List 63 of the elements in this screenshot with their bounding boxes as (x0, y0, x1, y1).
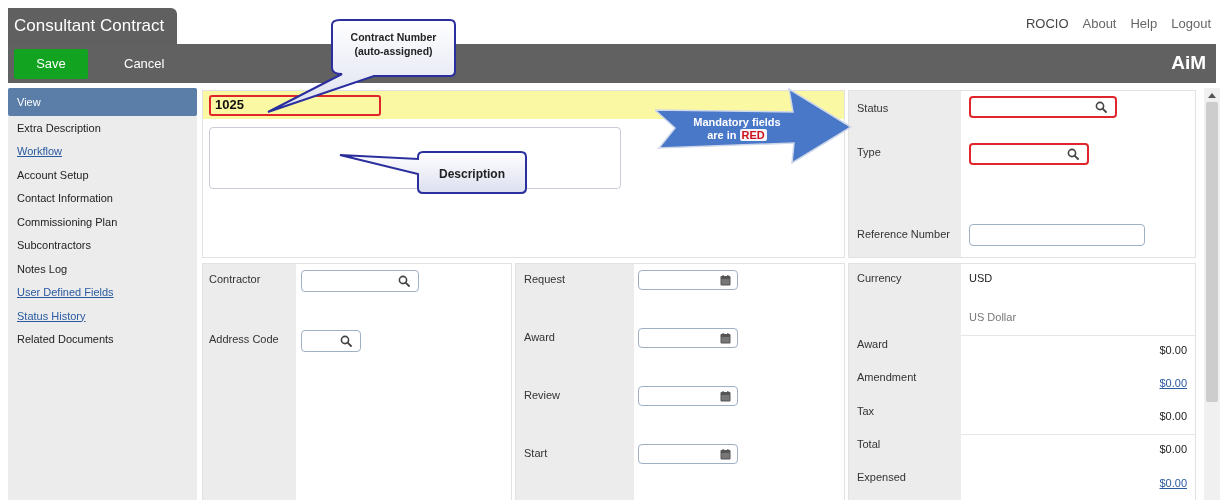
lookup-field[interactable] (969, 96, 1117, 118)
field-label: Currency (857, 272, 902, 284)
date-field[interactable] (638, 270, 738, 290)
sidebar-item[interactable]: Contact Information (8, 186, 197, 210)
date-field[interactable] (638, 386, 738, 406)
currency-code: USD (969, 271, 994, 286)
sidebar-item[interactable]: Notes Log (8, 257, 197, 281)
field-label: Address Code (209, 333, 279, 345)
lookup-field[interactable] (301, 330, 361, 352)
calendar-icon[interactable] (720, 274, 731, 286)
brand-logo: AiM (1171, 51, 1207, 76)
scroll-thumb[interactable] (1206, 102, 1218, 402)
field-label: Reference Number (857, 228, 950, 240)
callout-text: Description (438, 166, 506, 183)
sidebar-item[interactable]: Status History (8, 304, 197, 328)
field-label: Award (524, 331, 555, 343)
scrollbar[interactable] (1204, 88, 1220, 500)
field-label: Request (524, 273, 565, 285)
callout-text: Mandatory fields are in RED (692, 116, 782, 142)
input-field[interactable] (969, 224, 1145, 246)
lookup-field[interactable] (301, 270, 419, 292)
callout-text: Contract Number (auto-assigned) (349, 30, 438, 58)
sidebar-item[interactable]: Workflow (8, 139, 197, 163)
amount-value: $0.00 (1159, 342, 1187, 358)
amount-value: $0.00 (1159, 442, 1187, 458)
amount-link[interactable]: $0.00 (1159, 374, 1187, 392)
lookup-field[interactable] (969, 143, 1089, 165)
field-label: Expensed (857, 470, 906, 483)
calendar-icon[interactable] (720, 448, 731, 460)
sidebar-item[interactable]: Related Documents (8, 327, 197, 351)
field-label: Amendment (857, 371, 917, 384)
sidebar-item[interactable]: User Defined Fields (8, 280, 197, 304)
date-field[interactable] (638, 328, 738, 348)
search-icon[interactable] (398, 275, 410, 287)
sidebar-item[interactable]: View (8, 88, 197, 116)
sidebar-item[interactable]: Account Setup (8, 163, 197, 187)
header-link[interactable]: Logout (1171, 14, 1211, 34)
search-icon[interactable] (340, 335, 352, 347)
user-name: ROCIO (1025, 15, 1069, 34)
field-label: Award (857, 338, 888, 351)
field-label: Review (524, 389, 561, 401)
date-field[interactable] (638, 444, 738, 464)
field-label: Total (857, 437, 881, 450)
field-label: Contractor (209, 273, 261, 285)
field-label: Tax (857, 404, 875, 417)
scroll-up-icon[interactable] (1208, 92, 1216, 98)
search-icon[interactable] (1067, 148, 1079, 160)
calendar-icon[interactable] (720, 390, 731, 402)
sidebar-item[interactable]: Subcontractors (8, 233, 197, 257)
field-label: Type (857, 146, 881, 158)
header-link[interactable]: Help (1130, 14, 1158, 34)
calendar-icon[interactable] (720, 332, 731, 344)
sidebar-item[interactable]: Commissioning Plan (8, 210, 197, 234)
search-icon[interactable] (1095, 101, 1107, 113)
field-label: Start (524, 447, 548, 459)
contract-number-field[interactable]: 1025 (209, 94, 381, 116)
field-label: Status (857, 102, 889, 114)
header-link[interactable]: About (1082, 14, 1117, 34)
amount-link[interactable]: $0.00 (1159, 474, 1187, 492)
sidebar-item[interactable]: Extra Description (8, 116, 197, 140)
currency-name: US Dollar (969, 309, 1018, 325)
amount-value: $0.00 (1159, 409, 1187, 425)
cancel-button[interactable]: Cancel (120, 48, 169, 79)
